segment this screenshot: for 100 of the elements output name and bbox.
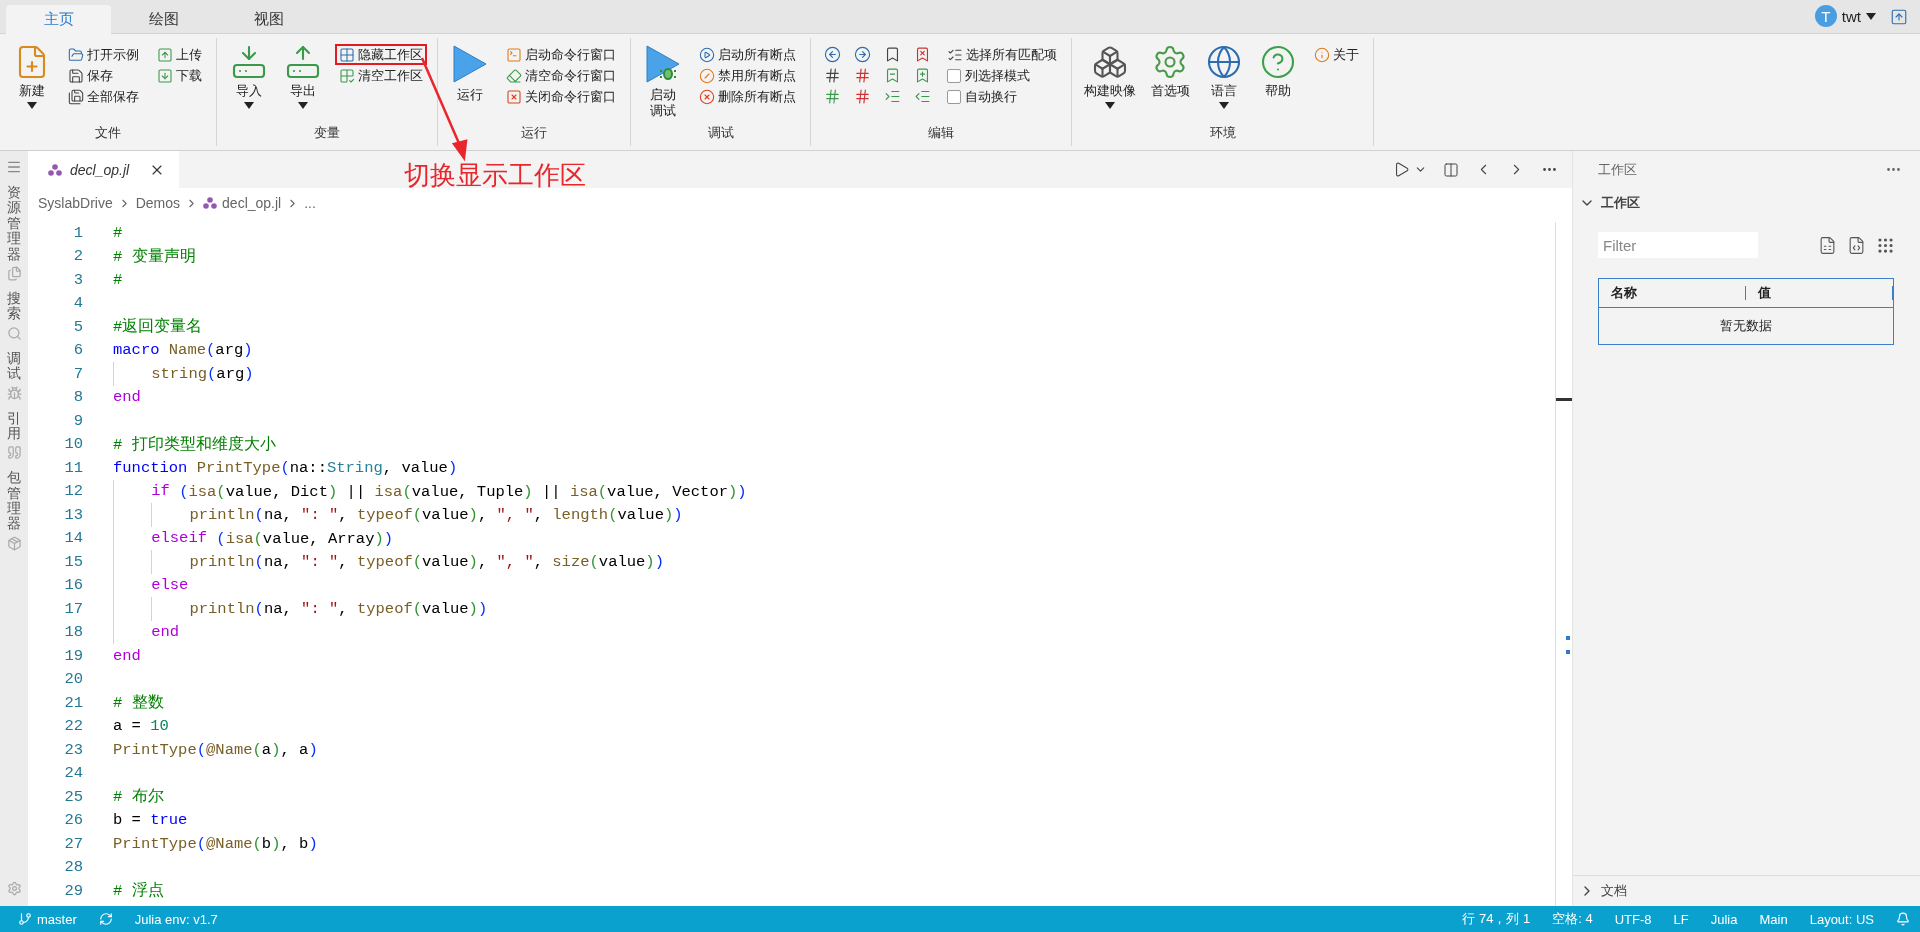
ribbon-button[interactable]: 清空命令行窗口	[502, 65, 620, 86]
terminal-icon	[506, 46, 522, 63]
ribbon-button[interactable]: 打开示例	[64, 44, 143, 65]
editor-tab[interactable]: decl_op.jl	[28, 151, 180, 188]
line-number: 15	[63, 552, 84, 571]
empty-message: 暂无数据	[1719, 317, 1773, 335]
ribbon-button[interactable]: 下载	[153, 65, 206, 86]
line-number: 20	[63, 670, 84, 689]
sync-icon[interactable]	[98, 912, 113, 926]
section-header[interactable]: 工作区	[1573, 188, 1920, 218]
ribbon-button[interactable]: 启动所有断点	[695, 44, 800, 65]
code-line: # 布尔	[113, 787, 164, 808]
line-number: 25	[63, 787, 84, 806]
activity-item[interactable]: 包管理器	[6, 470, 22, 551]
split-editor-icon[interactable]	[1443, 161, 1459, 178]
column-header[interactable]: 名称	[1599, 286, 1746, 300]
upload-icon	[157, 46, 173, 63]
menu-icon[interactable]	[6, 159, 22, 175]
ribbon-button[interactable]: 关于	[1310, 44, 1363, 65]
user-avatar: T	[1814, 5, 1837, 27]
line-number: 12	[63, 482, 84, 501]
ribbon-button[interactable]: 全部保存	[64, 86, 143, 107]
code-line: PrintType(@Name(b), b)	[113, 834, 318, 853]
line-number: 29	[63, 881, 84, 900]
line-number: 7	[72, 364, 84, 383]
line-number: 27	[63, 834, 84, 853]
tray-up-arrow-icon	[285, 44, 321, 80]
line-number: 26	[63, 811, 84, 830]
code-line: function PrintType(na::String, value)	[113, 458, 458, 477]
breakpoint-play-icon	[699, 46, 715, 63]
tray-down-arrow-icon	[231, 44, 267, 80]
code-line: end	[113, 646, 141, 665]
ribbon-button[interactable]: 语言	[1202, 44, 1246, 121]
ribbon-button[interactable]: 导出	[281, 44, 325, 121]
breadcrumb[interactable]: Demos	[135, 195, 181, 211]
ribbon-button[interactable]: 首选项	[1148, 44, 1192, 121]
line-number: 4	[72, 294, 84, 313]
play-triangle-icon	[451, 44, 489, 84]
line-number: 21	[63, 693, 84, 712]
filter-field[interactable]: Filter	[1598, 232, 1758, 258]
code-line: # 变量声明	[113, 246, 196, 267]
breadcrumb[interactable]: ...	[304, 195, 316, 211]
line-number: 8	[72, 388, 84, 407]
line-number: 17	[63, 599, 84, 618]
group-label: 变量	[313, 124, 341, 142]
checkbox-label: 列选择模式	[965, 66, 1030, 85]
activity-item[interactable]: 资源管理器	[6, 185, 22, 281]
globe-icon	[1206, 44, 1242, 80]
run-icon[interactable]	[1393, 161, 1410, 178]
line-number: 22	[63, 717, 84, 736]
line-number: 13	[63, 505, 84, 524]
settings-icon	[1152, 44, 1188, 80]
ribbon-button[interactable]: 构建映像	[1082, 44, 1138, 121]
ribbon-button[interactable]: 启动命令行窗口	[502, 44, 620, 65]
save-icon	[68, 67, 84, 84]
ribbon-button[interactable]: 新建	[10, 44, 54, 121]
ribbon-tab[interactable]: 绘图	[111, 5, 216, 34]
activity-item[interactable]: 引用	[6, 410, 22, 461]
ribbon-button[interactable]: 删除所有断点	[695, 86, 800, 107]
julia-dots-icon	[48, 163, 62, 176]
checkbox[interactable]	[947, 68, 961, 83]
user-menu[interactable]: T twt	[1814, 5, 1876, 27]
grid-dots-icon[interactable]	[1876, 235, 1895, 255]
ribbon-button[interactable]: 隐藏工作区	[335, 44, 427, 65]
ribbon-button[interactable]: 选择所有匹配项	[943, 44, 1061, 65]
ribbon-button[interactable]: 导入	[227, 44, 271, 121]
code-line: b = true	[113, 811, 188, 830]
ribbon-tab[interactable]: 主页	[6, 5, 111, 34]
checkbox[interactable]	[947, 89, 961, 104]
ribbon-button[interactable]: 运行	[448, 44, 492, 121]
ribbon-button[interactable]: 启动 调试	[641, 44, 685, 121]
activity-item[interactable]: 搜索	[6, 290, 22, 341]
checkbox-option[interactable]: 自动换行	[943, 86, 1061, 107]
line-number: 18	[63, 623, 84, 642]
ribbon-button[interactable]: 清空工作区	[335, 65, 427, 86]
breadcrumb[interactable]: decl_op.jl	[222, 195, 282, 211]
line-number: 28	[63, 858, 84, 877]
code-line: #	[113, 270, 123, 289]
line-number: 19	[63, 646, 84, 665]
ribbon-button[interactable]: 保存	[64, 65, 143, 86]
activity-item[interactable]: 调试	[6, 350, 22, 401]
breadcrumb[interactable]: SyslabDrive	[38, 195, 113, 211]
group-label: 文件	[94, 124, 122, 142]
code-line: if (isa(value, Dict) || isa(value, Tuple) || isa(value, Vector))	[113, 479, 747, 503]
ribbon-button[interactable]: 帮助	[1256, 44, 1300, 121]
line-number: 1	[72, 223, 84, 242]
line-number: 24	[63, 764, 84, 783]
code-line: println(na, ": ", typeof(value), ", ", length(value))	[113, 503, 683, 527]
line-number: 5	[72, 317, 84, 336]
checkbox-option[interactable]: 列选择模式	[943, 65, 1061, 86]
code-line: PrintType(@Name(a), a)	[113, 740, 318, 759]
line-number: 9	[72, 411, 84, 430]
bell-icon[interactable]	[1896, 912, 1910, 926]
column-header[interactable]: 值	[1746, 286, 1893, 300]
ribbon-button[interactable]: 上传	[153, 44, 206, 65]
ribbon-tab[interactable]: 视图	[216, 5, 321, 34]
code-line: end	[113, 620, 180, 644]
ribbon-button[interactable]: 关闭命令行窗口	[502, 86, 620, 107]
collapse-ribbon-icon[interactable]	[1890, 8, 1908, 26]
ribbon-button[interactable]: 禁用所有断点	[695, 65, 800, 86]
